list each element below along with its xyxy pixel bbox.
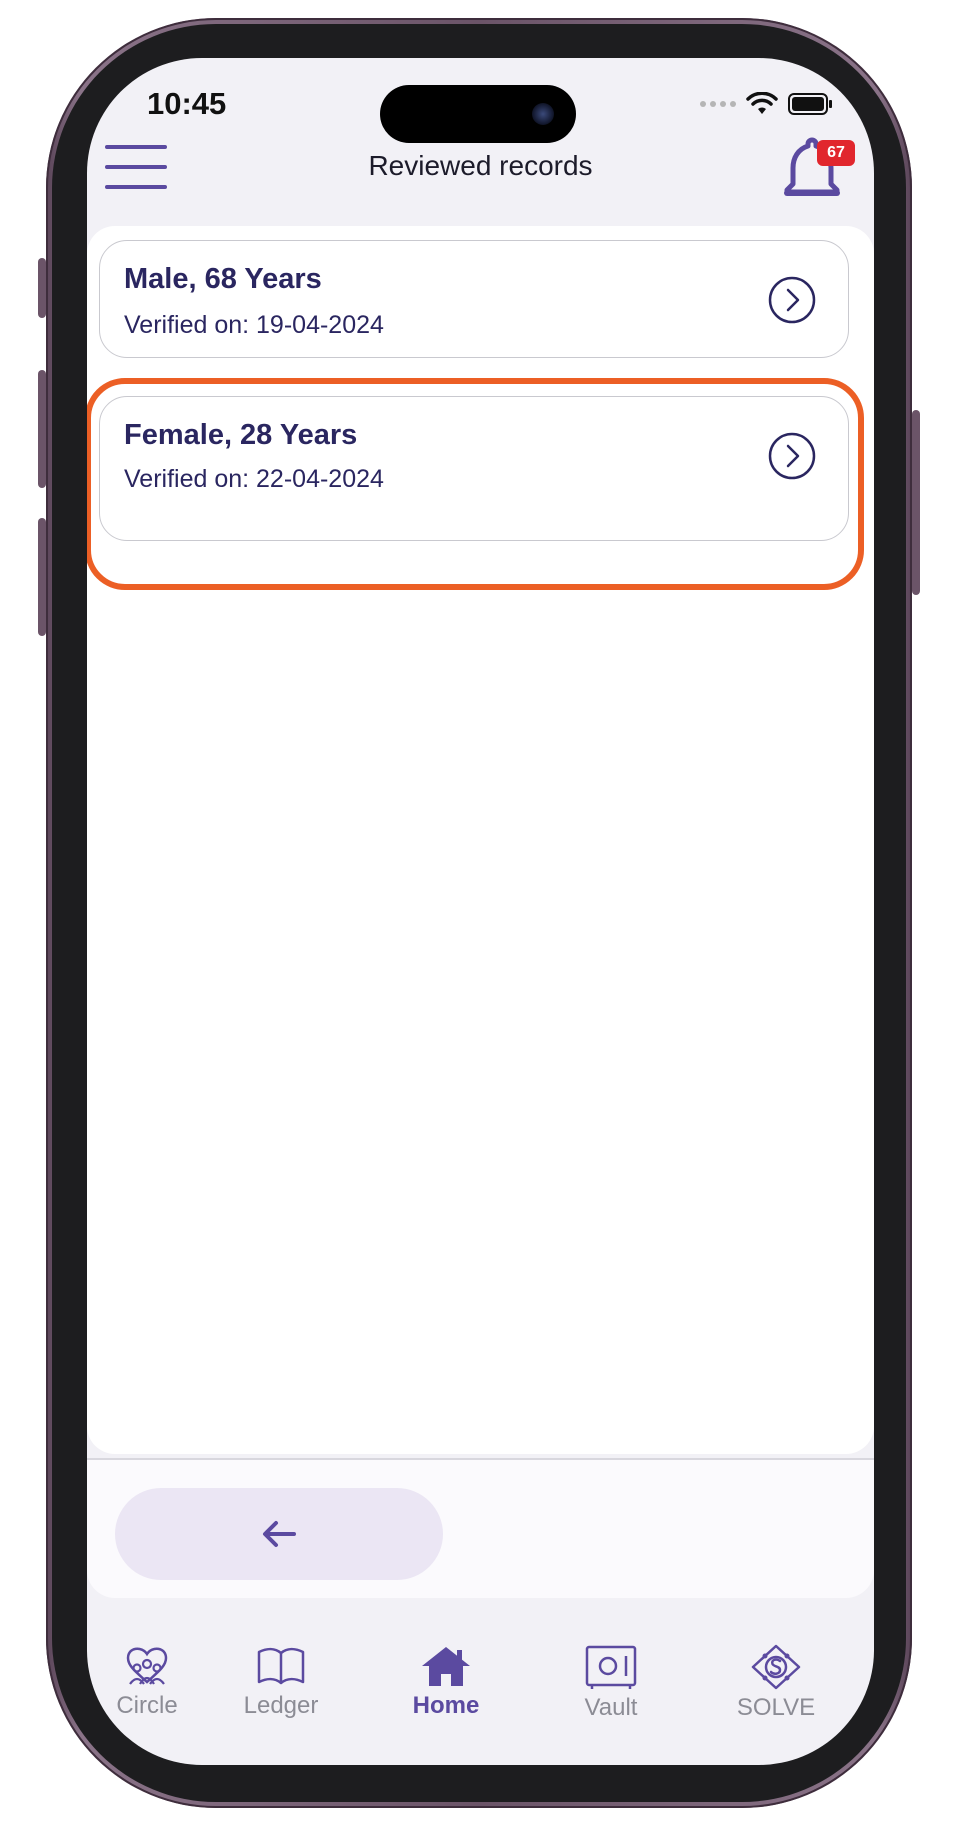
tab-solve[interactable]: SOLVE (706, 1638, 846, 1722)
home-icon (422, 1647, 470, 1686)
phone-screen: 10:45 Reviewed records 67 Male, 68 Years (87, 58, 874, 1765)
tab-ledger[interactable]: Ledger (211, 1638, 351, 1720)
tab-home[interactable]: Home (376, 1638, 516, 1720)
circle-icon (126, 1647, 168, 1685)
bottom-tab-bar: Circle Ledger Home Vault SOLVE (87, 1638, 874, 1765)
side-button-volume-down (38, 518, 46, 636)
side-button-silent (38, 258, 46, 318)
side-button-volume-up (38, 370, 46, 488)
side-button-power (912, 410, 920, 595)
tab-label: SOLVE (736, 1694, 816, 1721)
record-title: Female, 28 Years (124, 419, 358, 451)
tab-circle[interactable]: Circle (87, 1638, 217, 1720)
notification-badge: 67 (817, 140, 855, 166)
book-icon (257, 1647, 305, 1685)
back-button[interactable] (115, 1488, 443, 1580)
chevron-right-circle-icon[interactable] (767, 431, 817, 481)
record-title: Male, 68 Years (124, 263, 322, 295)
tab-label: Vault (584, 1694, 638, 1721)
tab-label: Circle (116, 1692, 178, 1719)
solve-icon (751, 1644, 801, 1690)
app-header: Reviewed records 67 (87, 58, 874, 196)
record-card-female[interactable]: Female, 28 Years Verified on: 22-04-2024 (99, 396, 849, 541)
footer-bar (87, 1458, 874, 1598)
page-title: Reviewed records (368, 150, 593, 181)
record-verified-date: Verified on: 19-04-2024 (124, 311, 384, 339)
tab-vault[interactable]: Vault (541, 1638, 681, 1722)
tab-label: Ledger (243, 1692, 319, 1719)
record-verified-date: Verified on: 22-04-2024 (124, 465, 384, 493)
records-panel: Male, 68 Years Verified on: 19-04-2024 F… (87, 226, 874, 1454)
tab-label: Home (412, 1692, 480, 1719)
vault-icon (585, 1645, 637, 1689)
chevron-right-circle-icon[interactable] (767, 275, 817, 325)
arrow-left-icon (263, 1521, 296, 1547)
record-card-male[interactable]: Male, 68 Years Verified on: 19-04-2024 (99, 240, 849, 358)
